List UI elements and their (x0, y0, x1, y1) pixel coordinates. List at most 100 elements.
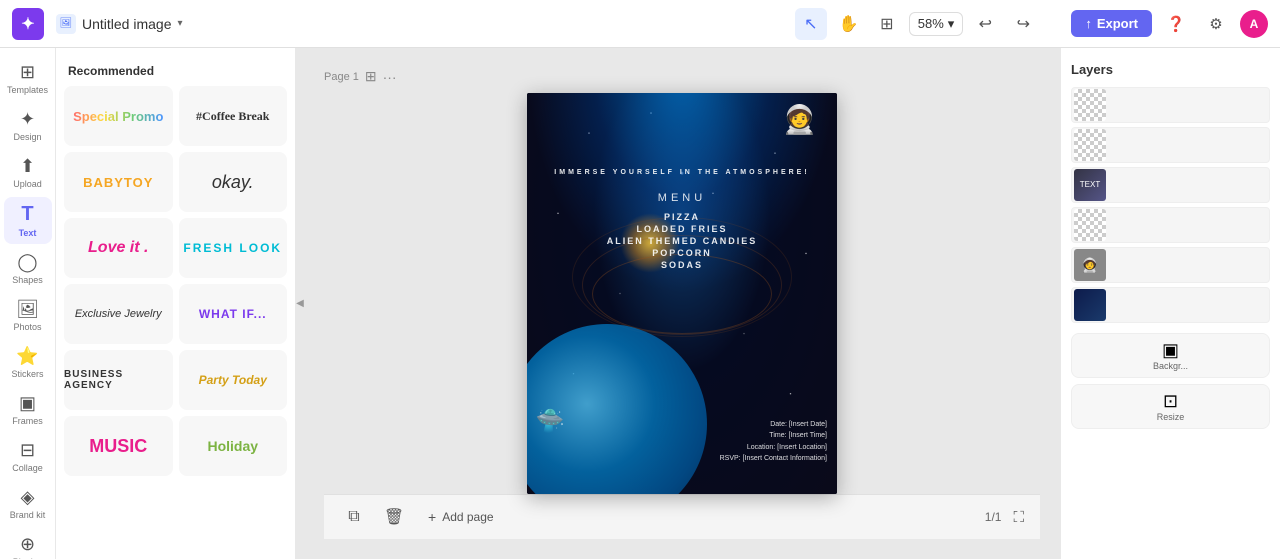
settings-button[interactable]: ⚙ (1200, 8, 1232, 40)
collage-icon: ⊟ (20, 440, 35, 461)
style-business[interactable]: BUSINESS AGENCY (64, 350, 173, 410)
left-sidebar: ⊞ Templates ✦ Design ⬆ Upload T Text ◯ S… (0, 48, 56, 559)
layer-thumb-5: 🧑‍🚀 (1074, 249, 1106, 281)
add-page-button[interactable]: + Add page (420, 505, 502, 529)
layers-panel: Layers TEXT 🧑‍🚀 ▣ Backgr... (1060, 48, 1280, 559)
page-options-button[interactable]: ··· (383, 69, 397, 85)
duplicate-page-button[interactable]: ⧉ (340, 503, 368, 531)
resize-tool-btn[interactable]: ⊡ Resize (1071, 384, 1270, 429)
layer-thumb-3: TEXT (1074, 169, 1106, 201)
tools-section: ▣ Backgr... ⊡ Resize (1071, 333, 1270, 429)
layer-thumb-6 (1074, 289, 1106, 321)
canvas-tagline: Immerse yourself in the atmosphere! (554, 169, 809, 176)
delete-page-button[interactable]: 🗑 (380, 503, 408, 531)
layer-item-5[interactable]: 🧑‍🚀 (1071, 247, 1270, 283)
canvas-menu-items: Pizza Loaded Fries Alien Themed Candies … (607, 212, 758, 270)
layer-item-6[interactable] (1071, 287, 1270, 323)
hand-tool-button[interactable]: ✋ (833, 8, 865, 40)
canvas-event-details: Date: [Insert Date] Time: [Insert Time] … (720, 419, 827, 464)
style-fresh-look[interactable]: FRESH LOOK (179, 218, 288, 278)
document-name: Untitled image (82, 16, 172, 32)
brand-icon: ◈ (21, 487, 35, 508)
zoom-chevron-icon: ▾ (948, 16, 955, 32)
topbar-tools: ↖ ✋ ⊞ 58% ▾ ↩ ↪ (795, 8, 1040, 40)
text-styles-grid: Special Promo #Coffee Break BABYTOY okay… (64, 86, 287, 476)
templates-icon: ⊞ (20, 62, 35, 83)
background-tool-btn[interactable]: ▣ Backgr... (1071, 333, 1270, 378)
canvas-frame[interactable]: 🧑‍🚀 🛸 Immerse yourself in the atmosphere… (527, 93, 837, 494)
sidebar-item-design[interactable]: ✦ Design (4, 103, 52, 148)
layer-item-1[interactable] (1071, 87, 1270, 123)
select-tool-button[interactable]: ↖ (795, 8, 827, 40)
panel-collapse-btn[interactable]: ◀ (296, 48, 304, 559)
photos-icon: 🖼 (16, 299, 39, 320)
undo-button[interactable]: ↩ (969, 8, 1001, 40)
menu-item-fries: Loaded Fries (636, 224, 727, 234)
sidebar-item-text[interactable]: T Text (4, 197, 52, 244)
menu-item-popcorn: Popcorn (652, 248, 712, 258)
sidebar-item-frames[interactable]: ▣ Frames (4, 387, 52, 432)
sidebar-item-photos[interactable]: 🖼 Photos (4, 293, 52, 338)
layout-tool-button[interactable]: ⊞ (871, 8, 903, 40)
page-indicator: 1/1 (985, 510, 1002, 524)
sidebar-item-shapes[interactable]: ◯ Shapes (4, 246, 52, 291)
style-exclusive[interactable]: Exclusive Jewelry (64, 284, 173, 344)
style-love-it[interactable]: Love it . (64, 218, 173, 278)
resize-label: Resize (1157, 412, 1185, 422)
avatar[interactable]: A (1240, 10, 1268, 38)
canvas-menu-title: Menu (658, 192, 706, 204)
presenter-button[interactable]: ⛶ (1013, 509, 1024, 526)
add-page-icon: + (428, 509, 436, 525)
redo-button[interactable]: ↪ (1007, 8, 1039, 40)
design-icon: ✦ (20, 109, 35, 130)
style-holiday[interactable]: Holiday (179, 416, 288, 476)
main-layout: ⊞ Templates ✦ Design ⬆ Upload T Text ◯ S… (0, 48, 1280, 559)
stickers-icon: ⭐ (16, 346, 38, 367)
layer-item-2[interactable] (1071, 127, 1270, 163)
app-logo[interactable]: ✦ (12, 8, 44, 40)
recommended-title: Recommended (64, 58, 287, 86)
document-chevron-icon[interactable]: ▾ (178, 18, 183, 29)
sidebar-item-upload[interactable]: ⬆ Upload (4, 150, 52, 195)
export-button[interactable]: ↑ Export (1071, 10, 1152, 37)
plugins-icon: ⊕ (20, 534, 35, 555)
topbar: ✦ 🖼 Untitled image ▾ ↖ ✋ ⊞ 58% ▾ ↩ ↪ ↑ E… (0, 0, 1280, 48)
layer-thumb-4 (1074, 209, 1106, 241)
page-label: Page 1 ⊞ ··· (324, 68, 397, 85)
bottom-bar: ⧉ 🗑 + Add page 1/1 ⛶ (324, 494, 1040, 539)
export-icon: ↑ (1085, 16, 1092, 31)
sidebar-item-plugins[interactable]: ⊕ Plugins (4, 528, 52, 559)
document-title-area: 🖼 Untitled image ▾ (56, 14, 183, 34)
page-more-button[interactable]: ⊞ (365, 68, 377, 85)
upload-icon: ⬆ (20, 156, 35, 177)
sidebar-item-collage[interactable]: ⊟ Collage (4, 434, 52, 479)
shapes-icon: ◯ (17, 252, 37, 273)
style-party-today[interactable]: Party Today (179, 350, 288, 410)
menu-item-pizza: Pizza (664, 212, 700, 222)
layer-thumb-2 (1074, 129, 1106, 161)
background-icon: ▣ (1162, 340, 1179, 361)
sidebar-item-stickers[interactable]: ⭐ Stickers (4, 340, 52, 385)
resize-icon: ⊡ (1163, 391, 1178, 412)
style-okay[interactable]: okay. (179, 152, 288, 212)
frames-icon: ▣ (19, 393, 36, 414)
style-music[interactable]: MUSIC (64, 416, 173, 476)
style-coffee-break[interactable]: #Coffee Break (179, 86, 288, 146)
canvas-area: Page 1 ⊞ ··· 🧑‍🚀 🛸 Immerse yourself in t… (304, 48, 1060, 559)
layer-item-3[interactable]: TEXT (1071, 167, 1270, 203)
style-special-promo[interactable]: Special Promo (64, 86, 173, 146)
layer-item-4[interactable] (1071, 207, 1270, 243)
menu-item-candies: Alien Themed Candies (607, 236, 758, 246)
style-babytoy[interactable]: BABYTOY (64, 152, 173, 212)
sidebar-item-brand[interactable]: ◈ Brand kit (4, 481, 52, 526)
text-icon: T (21, 203, 33, 226)
zoom-control[interactable]: 58% ▾ (909, 12, 964, 36)
document-icon: 🖼 (56, 14, 76, 34)
sidebar-item-templates[interactable]: ⊞ Templates (4, 56, 52, 101)
style-what-if[interactable]: WHAT IF... (179, 284, 288, 344)
layers-title: Layers (1071, 58, 1270, 87)
help-button[interactable]: ❓ (1160, 8, 1192, 40)
text-panel: Recommended Special Promo #Coffee Break … (56, 48, 296, 559)
background-label: Backgr... (1153, 361, 1188, 371)
menu-item-sodas: Sodas (661, 260, 703, 270)
